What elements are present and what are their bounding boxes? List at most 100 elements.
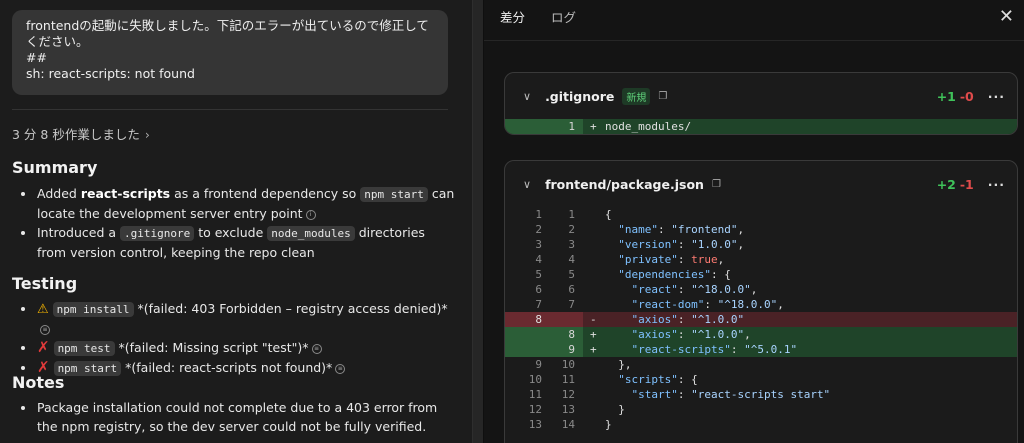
code-text: "axios": "^1.0.0" bbox=[631, 313, 745, 326]
old-line-number: 8 bbox=[535, 313, 542, 326]
list-item: ⚠ npm install *(failed: 403 Forbidden – … bbox=[16, 299, 456, 338]
more-options-icon[interactable]: ··· bbox=[988, 177, 1005, 192]
testing-heading: Testing bbox=[12, 274, 78, 293]
message-line: ## bbox=[26, 50, 47, 65]
new-line-number: 1 bbox=[568, 208, 575, 221]
code-text: "react-dom": "^18.0.0", bbox=[631, 298, 784, 311]
diff-sign: - bbox=[590, 313, 597, 326]
terminal-log-icon[interactable]: ≡ bbox=[335, 363, 346, 374]
notes-list: Package installation could not complete … bbox=[16, 398, 456, 436]
old-line-number: 4 bbox=[535, 253, 542, 266]
old-line-number: 12 bbox=[528, 403, 542, 416]
summary-list: Added react-scripts as a frontend depend… bbox=[16, 184, 456, 262]
file-header[interactable]: ∨ frontend/package.json ❐ +2 -1 ··· bbox=[505, 161, 1017, 207]
new-line-number: 9 bbox=[568, 343, 575, 356]
file-header[interactable]: ∨ .gitignore 新規 ❐ +1 -0 ··· bbox=[505, 73, 1017, 119]
chat-pane: frontendの起動に失敗しました。下記のエラーが出ているので修正して くださ… bbox=[0, 0, 472, 443]
code-text: node_modules/ bbox=[605, 120, 692, 133]
chevron-down-icon[interactable]: ∨ bbox=[523, 178, 531, 191]
new-line-number: 13 bbox=[561, 403, 575, 416]
terminal-log-icon[interactable]: ≡ bbox=[311, 343, 322, 354]
worked-label: 3 分 8 秒作業しました bbox=[12, 127, 140, 142]
old-line-number: 10 bbox=[528, 373, 542, 386]
divider bbox=[484, 40, 1024, 41]
tab-diff[interactable]: 差分 bbox=[500, 7, 525, 26]
diff-line: 9 10 }, bbox=[505, 357, 1017, 372]
old-line-number: 5 bbox=[535, 268, 542, 281]
code-text: "start": "react-scripts start" bbox=[631, 388, 831, 401]
warning-icon: ⚠ bbox=[37, 302, 49, 317]
code-text: "axios": "^1.0.0", bbox=[631, 328, 751, 341]
diff-sign: + bbox=[590, 120, 597, 133]
new-line-number: 2 bbox=[568, 223, 575, 236]
old-line-number: 3 bbox=[535, 238, 542, 251]
diff-line: 10 11 "scripts": { bbox=[505, 372, 1017, 387]
diff-line: 3 3 "version": "1.0.0", bbox=[505, 237, 1017, 252]
diff-line: 6 6 "react": "^18.0.0", bbox=[505, 282, 1017, 297]
diff-line: 5 5 "dependencies": { bbox=[505, 267, 1017, 282]
code-text: "name": "frontend", bbox=[618, 223, 745, 236]
old-line-number: 11 bbox=[528, 388, 542, 401]
new-line-number: 10 bbox=[561, 358, 575, 371]
diff-panel: 差分 ログ ✕ ∨ .gitignore 新規 ❐ +1 -0 ··· 1 + no… bbox=[484, 0, 1024, 443]
list-item: Package installation could not complete … bbox=[16, 398, 456, 436]
lines-added: +2 bbox=[936, 176, 956, 192]
new-line-number: 3 bbox=[568, 238, 575, 251]
diff-line: 4 4 "private": true, bbox=[505, 252, 1017, 267]
tab-log[interactable]: ログ bbox=[551, 7, 576, 26]
diff-body: 1 + node_modules/ bbox=[505, 119, 1017, 134]
old-line-number: 6 bbox=[535, 283, 542, 296]
chevron-down-icon[interactable]: ∨ bbox=[523, 90, 531, 103]
diff-line: 2 2 "name": "frontend", bbox=[505, 222, 1017, 237]
lines-removed: -1 bbox=[959, 176, 974, 192]
terminal-log-icon[interactable]: ≡ bbox=[40, 324, 50, 335]
list-item: Added react-scripts as a frontend depend… bbox=[16, 184, 456, 223]
code-text: "scripts": { bbox=[618, 373, 698, 386]
file-name: .gitignore bbox=[545, 88, 615, 104]
list-item: ✗ npm start *(failed: react-scripts not … bbox=[16, 358, 456, 378]
old-line-number: 7 bbox=[535, 298, 542, 311]
diff-line: 13 14} bbox=[505, 417, 1017, 432]
more-options-icon[interactable]: ··· bbox=[988, 89, 1005, 104]
diff-line: 12 13 } bbox=[505, 402, 1017, 417]
user-message: frontendの起動に失敗しました。下記のエラーが出ているので修正して くださ… bbox=[12, 10, 448, 95]
new-line-number: 4 bbox=[568, 253, 575, 266]
close-icon[interactable]: ✕ bbox=[999, 6, 1014, 27]
old-line-number: 1 bbox=[535, 208, 542, 221]
new-line-number: 5 bbox=[568, 268, 575, 281]
diff-line: 8 + "axios": "^1.0.0", bbox=[505, 327, 1017, 342]
citation-icon[interactable]: i bbox=[305, 209, 316, 220]
copy-icon[interactable]: ❐ bbox=[712, 179, 721, 190]
summary-heading: Summary bbox=[12, 158, 98, 177]
code-text: } bbox=[605, 418, 612, 431]
message-line: frontendの起動に失敗しました。下記のエラーが出ているので修正して bbox=[26, 18, 429, 33]
diff-line: 1 + node_modules/ bbox=[505, 119, 1017, 134]
new-line-number: 11 bbox=[561, 373, 575, 386]
pane-resize-handle[interactable] bbox=[472, 0, 484, 443]
lines-added: +1 bbox=[936, 88, 956, 104]
code-text: "react-scripts": "^5.0.1" bbox=[631, 343, 798, 356]
diff-line: 7 7 "react-dom": "^18.0.0", bbox=[505, 297, 1017, 312]
chevron-right-icon: › bbox=[144, 127, 150, 142]
diff-sign: + bbox=[590, 343, 597, 356]
notes-heading: Notes bbox=[12, 373, 65, 392]
file-diff-card: ∨ .gitignore 新規 ❐ +1 -0 ··· 1 + node_modul… bbox=[504, 72, 1018, 135]
code-text: "private": true, bbox=[618, 253, 725, 266]
diff-sign: + bbox=[590, 328, 597, 341]
message-line: ください。 bbox=[26, 34, 89, 49]
new-line-number: 12 bbox=[561, 388, 575, 401]
new-file-badge: 新規 bbox=[622, 87, 651, 105]
diff-line: 9 + "react-scripts": "^5.0.1" bbox=[505, 342, 1017, 357]
old-line-number: 9 bbox=[535, 358, 542, 371]
list-item: Introduced a .gitignore to exclude node_… bbox=[16, 223, 456, 262]
worked-duration-toggle[interactable]: 3 分 8 秒作業しました › bbox=[12, 124, 150, 143]
message-line: sh: react-scripts: not found bbox=[26, 66, 195, 81]
diff-line: 8 - "axios": "^1.0.0" bbox=[505, 312, 1017, 327]
copy-icon[interactable]: ❐ bbox=[658, 91, 667, 102]
file-diff-card: ∨ frontend/package.json ❐ +2 -1 ··· 1 1{2… bbox=[504, 160, 1018, 443]
new-line-number: 7 bbox=[568, 298, 575, 311]
code-text: }, bbox=[605, 358, 632, 371]
new-line-number: 8 bbox=[568, 328, 575, 341]
new-line-number: 14 bbox=[561, 418, 575, 431]
diff-line: 1 1 { bbox=[505, 207, 1017, 222]
